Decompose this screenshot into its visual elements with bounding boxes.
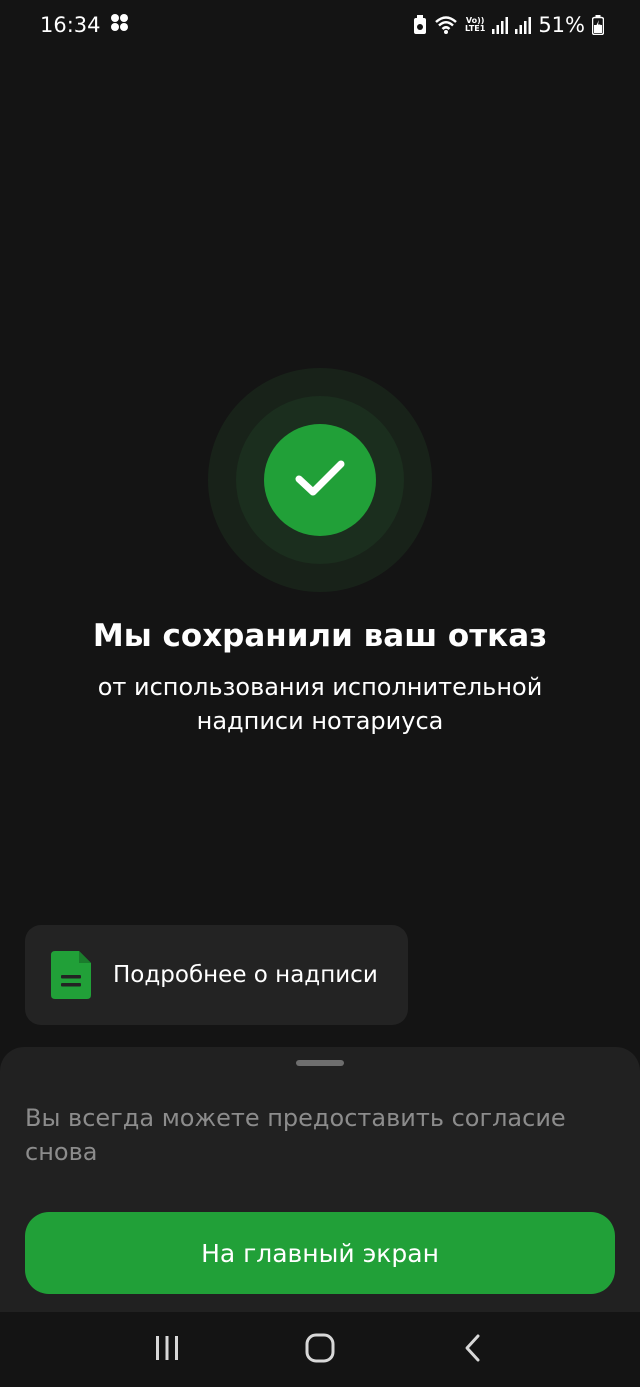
signal-icon xyxy=(492,16,509,34)
recent-apps-button[interactable] xyxy=(137,1320,197,1380)
success-circle xyxy=(264,424,376,536)
success-ring xyxy=(236,396,404,564)
status-right: Vo)) LTE1 51% xyxy=(413,13,604,37)
bottom-sheet: Вы всегда можете предоставить согласие с… xyxy=(0,1047,640,1312)
home-screen-button[interactable]: На главный экран xyxy=(25,1212,615,1294)
signal-icon xyxy=(515,16,532,34)
sheet-grabber[interactable] xyxy=(296,1060,344,1066)
status-time: 16:34 xyxy=(40,13,101,37)
status-bar: 16:34 Vo)) LTE1 51% xyxy=(0,0,640,50)
status-left: 16:34 xyxy=(40,13,131,38)
system-nav-bar xyxy=(0,1312,640,1387)
more-about-inscription-button[interactable]: Подробнее о надписи xyxy=(25,925,408,1025)
more-about-inscription-label: Подробнее о надписи xyxy=(113,962,378,988)
battery-percent: 51% xyxy=(538,13,585,37)
notification-dots-icon xyxy=(109,13,131,38)
battery-saver-icon xyxy=(413,15,427,35)
document-icon xyxy=(51,951,93,999)
wifi-icon xyxy=(434,15,458,35)
recent-apps-icon xyxy=(153,1335,181,1365)
home-icon xyxy=(305,1333,335,1367)
page-subtitle: от использования исполнительной надписи … xyxy=(97,673,543,735)
back-icon xyxy=(463,1333,483,1367)
consent-note: Вы всегда можете предоставить согласие с… xyxy=(25,1104,566,1166)
success-indicator xyxy=(208,368,432,592)
lte-label: LTE1 xyxy=(465,24,486,33)
page-title: Мы сохранили ваш отказ xyxy=(92,618,548,654)
home-nav-button[interactable] xyxy=(290,1320,350,1380)
battery-icon xyxy=(592,15,604,35)
checkmark-icon xyxy=(294,458,346,502)
network-type: Vo)) LTE1 xyxy=(465,17,485,33)
back-nav-button[interactable] xyxy=(443,1320,503,1380)
